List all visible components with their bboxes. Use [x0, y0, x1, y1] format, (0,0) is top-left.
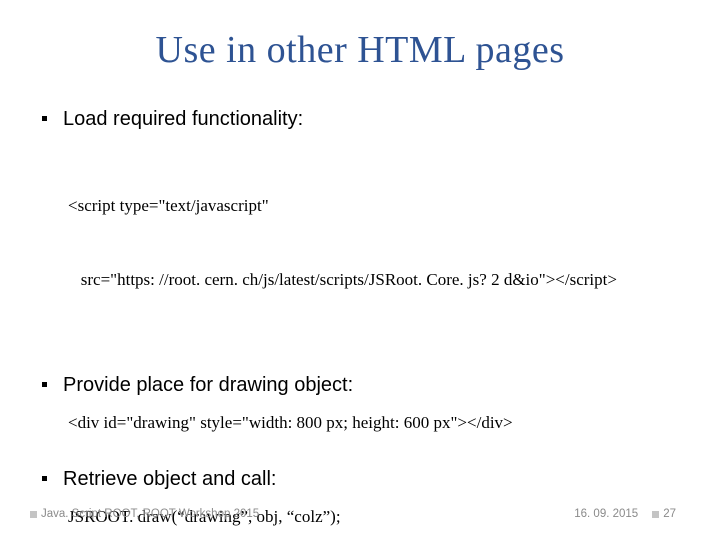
footer: Java. Script ROOT, ROOT Workshop 2015 16… — [0, 508, 720, 520]
bullet-icon — [42, 382, 47, 387]
page-title: Use in other HTML pages — [48, 28, 672, 72]
bullet-text: Provide place for drawing object: — [63, 372, 353, 399]
footer-page: 27 — [652, 508, 676, 520]
bullet-text: Retrieve object and call: — [63, 466, 276, 493]
bullet-text: Load required functionality: — [63, 106, 303, 133]
footer-date: 16. 09. 2015 — [574, 508, 638, 520]
list-item: Load required functionality: — [42, 106, 672, 133]
footer-left: Java. Script ROOT, ROOT Workshop 2015 — [30, 508, 259, 520]
section-provide: Provide place for drawing object: <div i… — [48, 372, 672, 436]
list-item: Retrieve object and call: — [42, 466, 672, 493]
square-icon — [30, 511, 37, 518]
bullet-icon — [42, 116, 47, 121]
slide: Use in other HTML pages Load required fu… — [0, 0, 720, 540]
section-load: Load required functionality: <script typ… — [48, 106, 672, 342]
bullet-icon — [42, 476, 47, 481]
footer-source: Java. Script ROOT, ROOT Workshop 2015 — [30, 508, 259, 520]
code-snippet: <div id="drawing" style="width: 800 px; … — [68, 411, 672, 436]
code-line: <script type="text/javascript" — [68, 194, 672, 219]
square-icon — [652, 511, 659, 518]
footer-source-text: Java. Script ROOT, ROOT Workshop 2015 — [41, 508, 259, 520]
footer-right: 16. 09. 2015 27 — [574, 508, 676, 520]
code-snippet: <script type="text/javascript" src="http… — [68, 145, 672, 342]
footer-page-number: 27 — [663, 508, 676, 520]
code-line: src="https: //root. cern. ch/js/latest/s… — [68, 268, 672, 293]
list-item: Provide place for drawing object: — [42, 372, 672, 399]
